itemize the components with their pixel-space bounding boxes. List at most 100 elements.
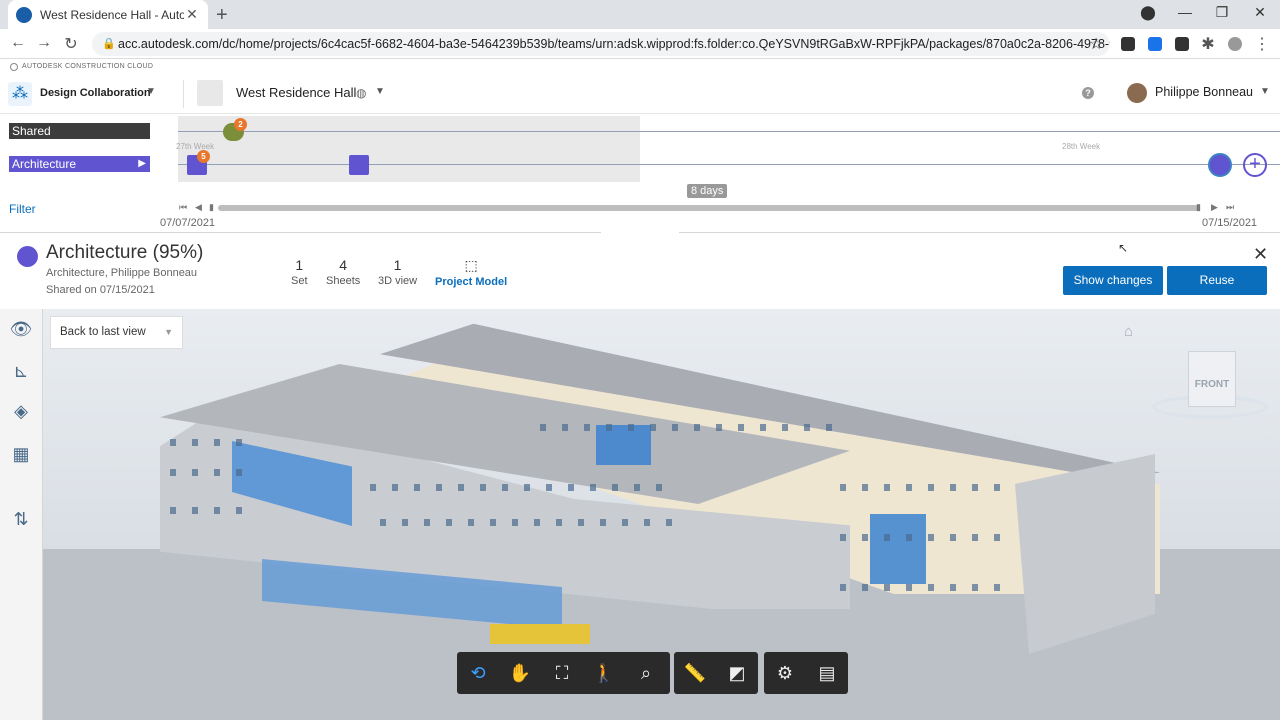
current-package-marker[interactable]	[1208, 153, 1232, 177]
window-row	[840, 484, 1000, 491]
step-forward-icon[interactable]: ▶	[1211, 202, 1218, 213]
visibility-eye-icon[interactable]: 👁	[9, 317, 33, 341]
package-timeline: Shared Architecture ▶ 27th Week 28th Wee…	[0, 114, 1280, 234]
views3d-count[interactable]: 1 3D view	[378, 257, 417, 287]
close-window-icon[interactable]: ✕	[1250, 4, 1270, 21]
window-row	[380, 519, 680, 526]
range-handle-right[interactable]: ▮	[1196, 202, 1201, 213]
back-icon[interactable]: ←	[8, 34, 28, 52]
viewcube[interactable]: FRONT	[1188, 351, 1236, 407]
app-header: ⁂ Design Collaboration ▼ West Residence …	[0, 74, 1280, 114]
range-scrubber[interactable]	[218, 205, 1200, 211]
close-icon[interactable]: ✕	[1253, 244, 1268, 265]
first-person-icon[interactable]: 🚶	[583, 652, 625, 694]
profile-menu-icon[interactable]: ⬤	[1138, 4, 1158, 21]
fit-to-view-icon[interactable]: ⛶	[541, 652, 583, 694]
model-viewer[interactable]: 👁 ⊾ ◈ ▦ ⇅ Back to last view ▼ ⌂ FRONT ⟲ …	[0, 309, 1280, 720]
pan-hand-icon[interactable]: ✋	[499, 652, 541, 694]
avatar[interactable]	[1127, 83, 1147, 103]
reload-icon[interactable]: ↻	[61, 34, 81, 54]
sheets-count[interactable]: 4 Sheets	[326, 257, 360, 287]
step-back-icon[interactable]: ◀	[195, 202, 202, 213]
minimize-icon[interactable]: —	[1175, 4, 1195, 20]
skip-end-icon[interactable]: ⏭	[1226, 202, 1234, 213]
settings-toolbar: ⚙ ▤	[764, 652, 848, 694]
help-icon[interactable]: ?	[1082, 87, 1094, 99]
brand-label: AUTODESK CONSTRUCTION CLOUD	[22, 63, 154, 70]
architecture-package-marker[interactable]	[349, 155, 369, 175]
curtain-wall	[596, 425, 651, 465]
chevron-down-icon[interactable]: ▼	[146, 86, 156, 97]
home-view-icon[interactable]: ⌂	[1124, 323, 1133, 340]
url-field[interactable]: 🔒 acc.autodesk.com/dc/home/projects/6c4c…	[92, 32, 1110, 56]
selected-range	[178, 116, 640, 182]
viewer-side-rail: 👁 ⊾ ◈ ▦ ⇅	[0, 309, 43, 720]
extensions-puzzle-icon[interactable]: ✱	[1198, 34, 1218, 54]
package-shared-date: Shared on 07/15/2021	[46, 284, 155, 296]
divider	[183, 80, 184, 108]
window-row	[540, 424, 840, 431]
package-details: Architecture (95%) Architecture, Philipp…	[0, 233, 1280, 309]
chevron-down-icon[interactable]: ▼	[1260, 86, 1270, 97]
curtain-wall	[870, 514, 926, 584]
properties-icon[interactable]: ▤	[806, 652, 848, 694]
viewcube-face-label: FRONT	[1194, 379, 1230, 390]
skip-start-icon[interactable]: ⏮	[179, 202, 187, 213]
extension-icon[interactable]	[1121, 37, 1135, 51]
autodesk-logo-icon	[10, 63, 18, 71]
lane-shared[interactable]: Shared	[9, 123, 150, 139]
brand-bar: AUTODESK CONSTRUCTION CLOUD	[0, 60, 1280, 74]
range-end-date: 07/15/2021	[1202, 217, 1258, 229]
design-collaboration-icon[interactable]: ⁂	[8, 82, 32, 106]
project-model-tab[interactable]: ⬚ Project Model	[435, 257, 507, 288]
add-package-icon[interactable]: +	[1243, 153, 1267, 177]
autodesk-favicon-icon	[16, 6, 32, 23]
timeline-track	[178, 164, 1280, 165]
layers-icon[interactable]: ◈	[9, 399, 33, 423]
zoom-window-icon[interactable]: ⌕	[625, 652, 667, 694]
extension-icon[interactable]	[1148, 37, 1162, 51]
window-row	[370, 484, 670, 491]
reuse-button[interactable]: Reuse	[1167, 266, 1267, 295]
browser-tabstrip: West Residence Hall - Autodesk ✕ + ⬤ — ❐…	[0, 0, 1280, 29]
new-tab-icon[interactable]: +	[216, 4, 228, 27]
cube-icon: ⬚	[464, 257, 478, 273]
section-analysis-icon[interactable]: ◩	[716, 652, 758, 694]
bookmark-star-icon[interactable]: ☆	[1086, 34, 1106, 54]
mouse-cursor-icon: ↖	[1118, 241, 1129, 255]
package-title: Architecture (95%)	[46, 242, 204, 263]
range-start-date: 07/07/2021	[160, 217, 216, 229]
window-row	[170, 439, 250, 446]
module-selector[interactable]: Design Collaboration	[40, 87, 151, 99]
profile-avatar-icon[interactable]	[1228, 37, 1242, 51]
project-selector[interactable]: West Residence Hall	[236, 85, 356, 100]
stat-label: Sheets	[326, 275, 361, 287]
chevron-down-icon[interactable]: ▼	[375, 86, 385, 97]
filter-link[interactable]: Filter	[9, 202, 36, 216]
show-changes-button[interactable]: Show changes	[1063, 266, 1163, 295]
lane-architecture[interactable]: Architecture ▶	[9, 156, 150, 172]
compare-arrows-icon[interactable]: ⇅	[9, 507, 33, 531]
tab-title: West Residence Hall - Autodesk	[40, 7, 184, 22]
sheets-icon[interactable]: ⊾	[9, 359, 33, 383]
browser-menu-icon[interactable]: ⋮	[1252, 34, 1272, 54]
stat-number: 4	[339, 257, 348, 273]
lock-icon: 🔒	[102, 38, 116, 50]
orbit-icon[interactable]: ⟲	[457, 652, 499, 694]
user-menu[interactable]: Philippe Bonneau	[1155, 85, 1253, 99]
stat-label: Set	[291, 275, 308, 287]
measure-icon[interactable]: 📏	[674, 652, 716, 694]
back-to-last-view-dropdown[interactable]: Back to last view ▼	[50, 316, 183, 349]
back-view-label: Back to last view	[60, 326, 146, 338]
timeline-track	[178, 131, 1280, 132]
range-handle-left[interactable]: ▮	[209, 202, 214, 213]
floor-plan-icon[interactable]: ▦	[9, 442, 33, 466]
forward-icon[interactable]: →	[34, 34, 54, 52]
extension-icon[interactable]	[1175, 37, 1189, 51]
close-tab-icon[interactable]: ✕	[184, 6, 200, 23]
maximize-icon[interactable]: ❐	[1212, 4, 1232, 21]
sets-count[interactable]: 1 Set	[291, 257, 308, 287]
lane-architecture-label: Architecture	[12, 157, 77, 171]
settings-gear-icon[interactable]: ⚙	[764, 652, 806, 694]
browser-tab[interactable]: West Residence Hall - Autodesk ✕	[8, 0, 208, 29]
